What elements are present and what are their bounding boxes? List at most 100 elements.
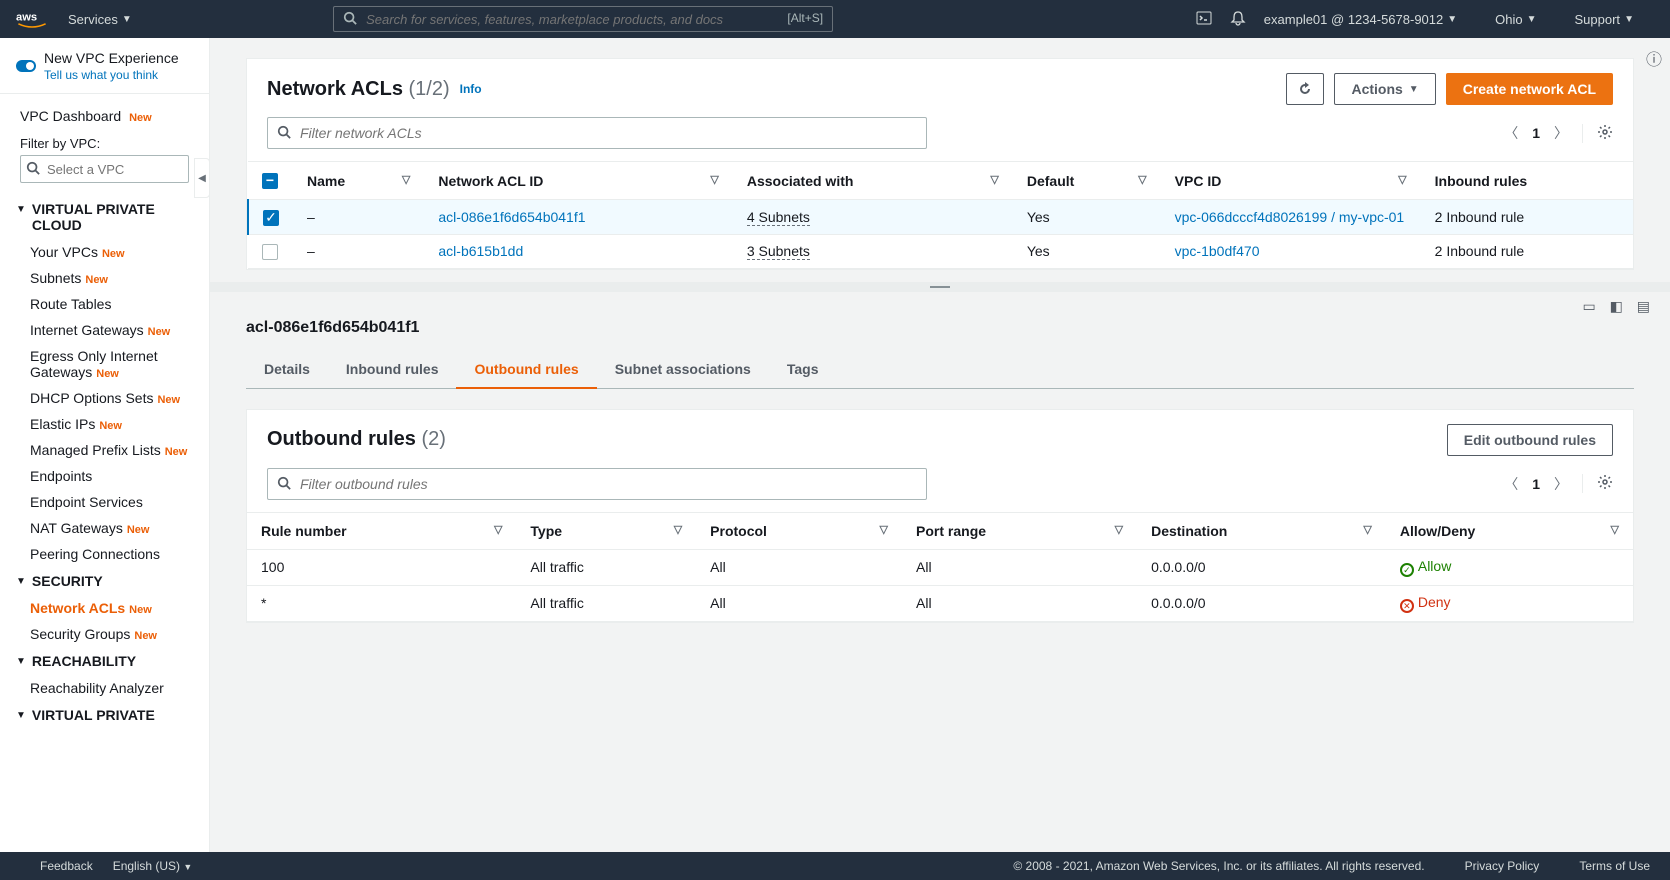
info-panel-icon[interactable]: ⓘ [1646, 46, 1662, 70]
vpc-id-link[interactable]: vpc-1b0df470 [1175, 243, 1260, 259]
region-menu[interactable]: Ohio ▼ [1495, 12, 1536, 27]
row-checkbox[interactable]: ✓ [263, 210, 279, 226]
sidebar-item-security-groups[interactable]: Security GroupsNew [0, 621, 209, 647]
cell-verdict: Deny [1418, 594, 1451, 610]
nacl-id-link[interactable]: acl-b615b1dd [438, 243, 523, 259]
refresh-button[interactable] [1286, 73, 1324, 105]
caret-down-icon: ▼ [16, 656, 26, 667]
caret-down-icon: ▼ [16, 710, 26, 721]
sidebar-item-nat-gateways[interactable]: NAT GatewaysNew [0, 515, 209, 541]
tab-tags[interactable]: Tags [769, 351, 837, 388]
sidebar-item-vpc-dashboard[interactable]: VPC Dashboard New [0, 102, 209, 130]
sidebar-section-reachability[interactable]: ▼REACHABILITY [0, 647, 209, 675]
view-mode-3-icon[interactable]: ▤ [1637, 298, 1650, 314]
sidebar-section-security[interactable]: ▼SECURITY [0, 567, 209, 595]
sort-icon[interactable]: ▽ [674, 523, 682, 536]
selection-count: (1/2) [409, 78, 450, 100]
sidebar-item-dhcp-options[interactable]: DHCP Options SetsNew [0, 385, 209, 411]
info-link[interactable]: Info [460, 82, 482, 96]
sidebar-item-elastic-ips[interactable]: Elastic IPsNew [0, 411, 209, 437]
sort-icon[interactable]: ▽ [1138, 173, 1146, 186]
sidebar-item-route-tables[interactable]: Route Tables [0, 291, 209, 317]
terms-link[interactable]: Terms of Use [1579, 859, 1650, 873]
filter-outbound-rules-input[interactable] [267, 468, 927, 500]
allow-icon: ✓ [1400, 563, 1414, 577]
actions-button[interactable]: Actions ▼ [1334, 73, 1435, 105]
vpc-id-link[interactable]: vpc-066dcccf4d8026199 / my-vpc-01 [1175, 209, 1405, 225]
sidebar-item-network-acls[interactable]: Network ACLsNew [0, 595, 209, 621]
account-menu[interactable]: example01 @ 1234-5678-9012 ▼ [1264, 12, 1457, 27]
sort-icon[interactable]: ▽ [880, 523, 888, 536]
new-badge: New [99, 420, 122, 432]
cell-assoc[interactable]: 4 Subnets [747, 209, 810, 226]
sidebar-item-label: VPC Dashboard [20, 108, 121, 124]
view-mode-2-icon[interactable]: ◧ [1610, 298, 1623, 314]
tab-inbound-rules[interactable]: Inbound rules [328, 351, 457, 388]
sidebar-item-egress-only-igw[interactable]: Egress Only Internet GatewaysNew [0, 343, 209, 385]
new-badge: New [148, 326, 171, 338]
sidebar-item-your-vpcs[interactable]: Your VPCsNew [0, 239, 209, 265]
tab-subnet-associations[interactable]: Subnet associations [597, 351, 769, 388]
gear-icon [1597, 474, 1613, 490]
sidebar-item-endpoint-services[interactable]: Endpoint Services [0, 489, 209, 515]
cell-port: All [902, 585, 1137, 621]
sort-icon[interactable]: ▽ [710, 173, 718, 186]
next-page-button[interactable]: 〉 [1554, 474, 1568, 494]
sidebar-item-reachability-analyzer[interactable]: Reachability Analyzer [0, 675, 209, 701]
sidebar-collapse-handle[interactable]: ◀ [194, 158, 210, 198]
feedback-link[interactable]: Feedback [40, 859, 93, 873]
nacl-id-link[interactable]: acl-086e1f6d654b041f1 [438, 209, 585, 225]
search-input[interactable] [333, 6, 833, 32]
resize-splitter[interactable] [210, 282, 1670, 292]
grip-icon [930, 286, 950, 288]
view-mode-1-icon[interactable]: ▭ [1583, 298, 1596, 314]
sidebar-section-vpn[interactable]: ▼VIRTUAL PRIVATE [0, 701, 209, 729]
experience-feedback-link[interactable]: Tell us what you think [44, 68, 179, 82]
sidebar-item-peering[interactable]: Peering Connections [0, 541, 209, 567]
nacl-list-card: Network ACLs (1/2) Info Actions ▼ Create… [246, 58, 1634, 270]
footer: Feedback English (US) ▼ © 2008 - 2021, A… [0, 852, 1670, 880]
page-title: Network ACLs (1/2) [267, 78, 450, 101]
sidebar-item-endpoints[interactable]: Endpoints [0, 463, 209, 489]
edit-outbound-rules-button[interactable]: Edit outbound rules [1447, 424, 1613, 456]
caret-down-icon: ▼ [1409, 84, 1419, 95]
sidebar-item-managed-prefix-lists[interactable]: Managed Prefix ListsNew [0, 437, 209, 463]
notifications-icon[interactable] [1230, 10, 1246, 29]
sort-icon[interactable]: ▽ [990, 173, 998, 186]
sidebar-section-vpc[interactable]: ▼VIRTUAL PRIVATE CLOUD [0, 195, 209, 239]
tab-details[interactable]: Details [246, 351, 328, 388]
cell-port: All [902, 549, 1137, 585]
prev-page-button[interactable]: 〈 [1504, 123, 1518, 143]
table-row[interactable]: – acl-b615b1dd 3 Subnets Yes vpc-1b0df47… [248, 234, 1633, 268]
cloudshell-icon[interactable] [1196, 10, 1212, 29]
preferences-button[interactable] [1582, 474, 1613, 493]
row-checkbox[interactable] [262, 244, 278, 260]
language-selector[interactable]: English (US) ▼ [113, 859, 193, 873]
prev-page-button[interactable]: 〈 [1504, 474, 1518, 494]
sort-icon[interactable]: ▽ [1398, 173, 1406, 186]
nacl-table: − Name▽ Network ACL ID▽ Associated with▽… [247, 161, 1633, 269]
experience-toggle[interactable] [16, 60, 36, 72]
services-menu[interactable]: Services ▼ [68, 12, 132, 27]
filter-nacls-input[interactable] [267, 117, 927, 149]
support-menu[interactable]: Support ▼ [1575, 12, 1634, 27]
create-nacl-button[interactable]: Create network ACL [1446, 73, 1613, 105]
vpc-filter-input[interactable] [20, 155, 189, 183]
cell-assoc[interactable]: 3 Subnets [747, 243, 810, 260]
sidebar-item-internet-gateways[interactable]: Internet GatewaysNew [0, 317, 209, 343]
sort-icon[interactable]: ▽ [1363, 523, 1371, 536]
privacy-link[interactable]: Privacy Policy [1465, 859, 1540, 873]
sort-icon[interactable]: ▽ [494, 523, 502, 536]
sort-icon[interactable]: ▽ [1611, 523, 1619, 536]
sidebar-item-subnets[interactable]: SubnetsNew [0, 265, 209, 291]
next-page-button[interactable]: 〉 [1554, 123, 1568, 143]
tab-outbound-rules[interactable]: Outbound rules [456, 351, 596, 389]
preferences-button[interactable] [1582, 124, 1613, 143]
sort-icon[interactable]: ▽ [402, 173, 410, 186]
select-all-checkbox[interactable]: − [262, 173, 278, 189]
page-number: 1 [1532, 476, 1540, 492]
gear-icon [1597, 124, 1613, 140]
table-row[interactable]: ✓ – acl-086e1f6d654b041f1 4 Subnets Yes … [248, 200, 1633, 234]
sort-icon[interactable]: ▽ [1115, 523, 1123, 536]
aws-logo[interactable]: aws [16, 9, 48, 29]
